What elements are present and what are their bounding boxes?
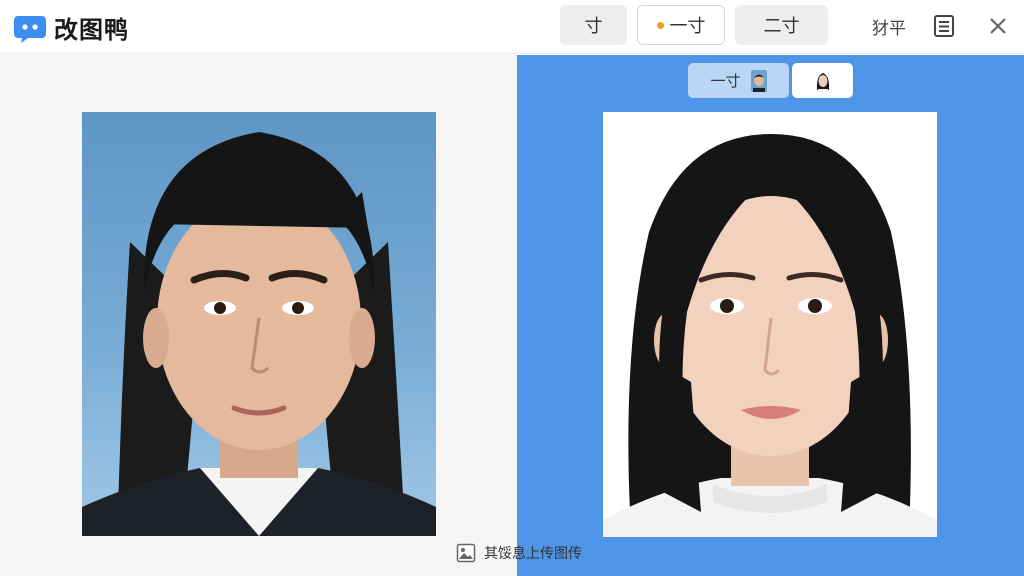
female-thumbnail-icon bbox=[814, 69, 831, 92]
tab-one-inch-preview[interactable]: 一寸 bbox=[688, 63, 789, 98]
size-option-label: 二寸 bbox=[763, 16, 800, 37]
preview-tabs: 一寸 bbox=[688, 63, 853, 98]
tab-label: 一寸 bbox=[710, 72, 741, 90]
size-option-cun-button[interactable]: 寸 bbox=[560, 5, 627, 45]
size-option-label: 一寸 bbox=[669, 16, 706, 37]
app-logo[interactable]: 改图鸭 bbox=[14, 10, 129, 45]
document-button[interactable] bbox=[918, 6, 970, 46]
upload-hint-text: 其馁息上传图传 bbox=[484, 546, 582, 562]
size-option-two-inch-button[interactable]: 二寸 bbox=[735, 5, 828, 45]
app-name: 改图鸭 bbox=[54, 16, 129, 44]
upload-image-icon bbox=[456, 543, 476, 563]
male-portrait-illustration bbox=[82, 132, 436, 536]
header-text-action[interactable]: 犲平 bbox=[872, 14, 906, 39]
result-portrait-photo bbox=[603, 112, 937, 537]
close-button[interactable] bbox=[976, 6, 1020, 46]
female-portrait-illustration bbox=[603, 134, 937, 537]
upload-hint[interactable]: 其馁息上传图传 bbox=[456, 543, 582, 563]
close-icon bbox=[990, 18, 1006, 34]
size-option-one-inch-button[interactable]: 一寸 bbox=[637, 5, 725, 45]
size-option-label: 寸 bbox=[584, 16, 603, 37]
male-thumbnail-icon bbox=[750, 69, 767, 92]
selected-dot-icon bbox=[656, 21, 664, 29]
document-list-icon bbox=[934, 15, 954, 37]
top-bar: 改图鸭 寸 一寸 二寸 犲平 bbox=[0, 0, 1024, 54]
original-portrait-photo bbox=[82, 112, 436, 536]
chat-bubble-logo-icon bbox=[14, 15, 46, 43]
tab-female-preview[interactable] bbox=[792, 63, 853, 98]
